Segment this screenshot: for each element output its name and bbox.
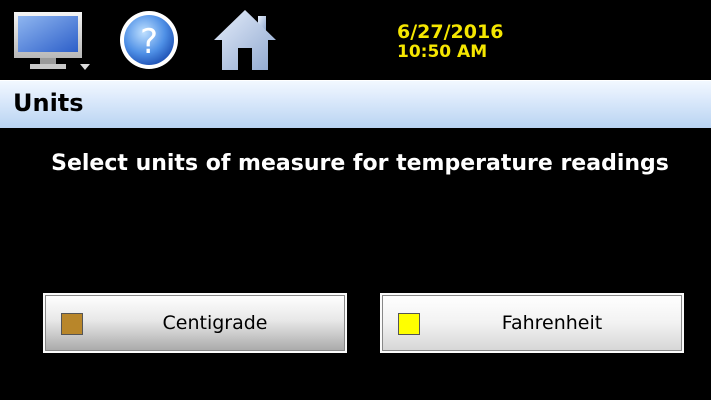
centigrade-indicator [61, 313, 83, 335]
centigrade-button[interactable]: Centigrade [43, 293, 347, 353]
monitor-icon [14, 12, 90, 70]
instruction-text: Select units of measure for temperature … [51, 151, 669, 176]
fahrenheit-button[interactable]: Fahrenheit [380, 293, 684, 353]
monitor-menu-button[interactable] [12, 8, 92, 72]
home-button[interactable] [212, 8, 278, 72]
time-text: 10:50 AM [397, 42, 488, 62]
top-toolbar: ? 6/27/2016 10:50 AM [0, 0, 711, 78]
page-title: Units [13, 89, 84, 117]
home-icon [214, 10, 276, 70]
help-icon: ? [120, 11, 178, 69]
centigrade-label: Centigrade [162, 312, 268, 334]
date-text: 6/27/2016 [397, 21, 504, 43]
date-time-display: 6/27/2016 10:50 AM [393, 14, 543, 70]
fahrenheit-label: Fahrenheit [501, 312, 603, 334]
svg-text:?: ? [140, 22, 158, 62]
fahrenheit-indicator [398, 313, 420, 335]
help-button[interactable]: ? [116, 8, 182, 72]
page-title-bar: Units [0, 80, 711, 128]
